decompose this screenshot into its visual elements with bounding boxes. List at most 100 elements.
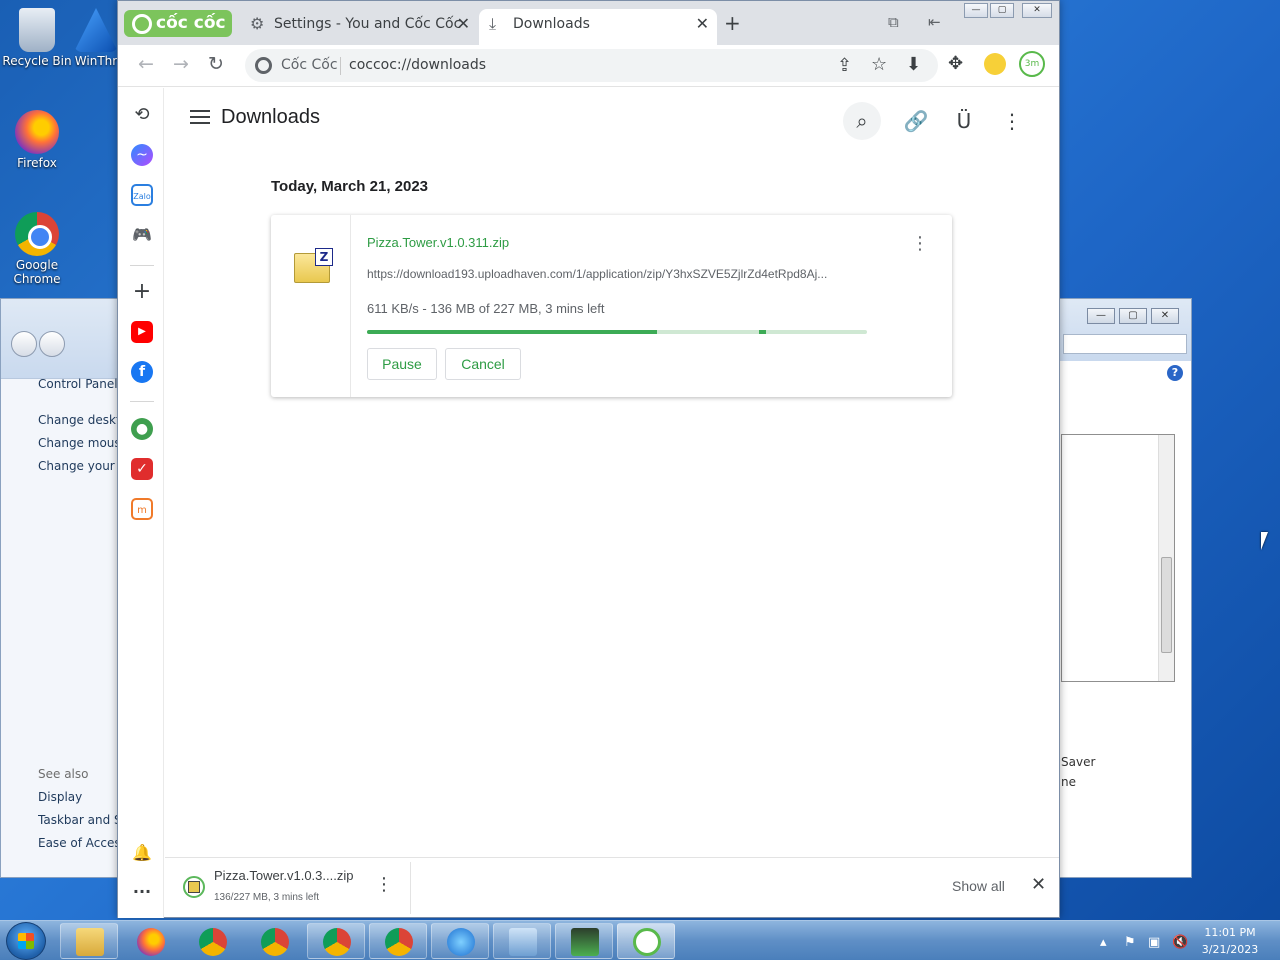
cancel-button[interactable]: Cancel [445, 348, 521, 380]
desktop-icon-firefox[interactable]: Firefox [1, 110, 73, 170]
desktop-icon-winthr[interactable]: WinThr [74, 8, 118, 68]
item-more-icon[interactable]: ⋮ [911, 233, 929, 254]
sidebar-divider [130, 401, 154, 402]
close-tab-icon[interactable]: ✕ [457, 9, 470, 39]
start-button[interactable] [6, 922, 46, 960]
bell-icon[interactable]: 🔔 [131, 842, 153, 864]
search-icon[interactable]: ⌕ [843, 102, 881, 140]
taskbar-chrome-profile[interactable] [307, 923, 365, 959]
taskbar-control-panel[interactable] [493, 923, 551, 959]
share-icon[interactable]: ⇪ [837, 55, 852, 76]
taskbar-chrome[interactable] [183, 923, 241, 959]
download-icon[interactable]: ⬇ [906, 54, 921, 75]
close-window-button[interactable]: ✕ [1022, 3, 1052, 18]
messenger-icon[interactable]: ~ [131, 144, 153, 166]
shelf-more-icon[interactable]: ⋮ [375, 874, 393, 895]
volume-muted-icon[interactable]: 🔇 [1172, 935, 1188, 950]
browser-window: cốc cốc ⚙ Settings - You and Cốc Cốc ✕ ⤓… [117, 0, 1060, 918]
link-icon[interactable]: 🔗 [897, 102, 935, 140]
action-center-flag-icon[interactable]: ⚑ [1124, 935, 1136, 950]
add-icon[interactable]: + [131, 281, 153, 303]
desktop-icon-recycle-bin[interactable]: Recycle Bin [1, 8, 73, 68]
search-input[interactable] [1063, 334, 1187, 354]
coccoc-site-icon [255, 57, 272, 74]
youtube-icon[interactable]: ▶ [131, 321, 153, 343]
clock-time[interactable]: 11:01 PM [1195, 926, 1265, 939]
reload-icon[interactable]: ↻ [208, 53, 224, 75]
download-shelf: Pizza.Tower.v1.0.3....zip 136/227 MB, 3 … [165, 857, 1059, 917]
close-tab-icon[interactable]: ✕ [696, 9, 709, 39]
more-icon[interactable]: ··· [131, 881, 153, 903]
brand-button[interactable]: cốc cốc [124, 10, 232, 37]
maximize-button[interactable]: ▢ [1119, 308, 1147, 324]
taskbar-explorer[interactable] [60, 923, 118, 959]
control-panel-home-link[interactable]: Control Panel H [38, 377, 118, 391]
maximize-button[interactable]: ▢ [990, 3, 1014, 18]
close-shelf-icon[interactable]: ✕ [1031, 874, 1046, 895]
timer-icon[interactable]: 3m [1019, 51, 1045, 77]
minimize-button[interactable]: — [964, 3, 988, 18]
show-hidden-icons[interactable]: ▴ [1100, 935, 1107, 950]
help-icon[interactable]: ? [1167, 365, 1183, 381]
forward-icon[interactable] [39, 331, 65, 357]
cp-task-link[interactable]: Change your a [38, 459, 118, 473]
tab-strip: cốc cốc ⚙ Settings - You and Cốc Cốc ✕ ⤓… [118, 1, 1059, 45]
cleanup-icon[interactable]: Ü [945, 102, 983, 140]
see-also-link[interactable]: Taskbar and St [38, 813, 118, 827]
taskbar-task-manager[interactable] [555, 923, 613, 959]
back-icon[interactable] [11, 331, 37, 357]
desktop-icon-google-chrome[interactable]: Google Chrome [1, 212, 73, 286]
more-options-icon[interactable]: ⋮ [993, 102, 1031, 140]
zalo-icon[interactable]: Zalo [131, 184, 153, 206]
tab-downloads[interactable]: ⤓ Downloads ✕ [479, 9, 717, 45]
taskbar-internet-explorer[interactable] [431, 923, 489, 959]
scrollbar[interactable] [1158, 435, 1174, 681]
hamburger-menu-icon[interactable] [190, 110, 210, 128]
profile-emoji-icon[interactable] [984, 53, 1006, 75]
clock-date[interactable]: 3/21/2023 [1195, 943, 1265, 956]
control-panel-titlebar: — ▢ ✕ [1059, 299, 1191, 361]
see-also-link[interactable]: Display [38, 790, 118, 804]
new-tab-button[interactable]: + [724, 11, 741, 35]
url-text[interactable]: coccoc://downloads [349, 49, 486, 82]
address-bar[interactable]: Cốc Cốc coccoc://downloads ⇪ ☆ ⬇ [245, 49, 938, 82]
history-icon[interactable]: ⟲ [131, 104, 153, 126]
sidebar-toggle-icon[interactable]: ⇤ [928, 13, 941, 31]
scrollbar-thumb[interactable] [1161, 557, 1172, 653]
screen-saver-label[interactable]: Saver [1061, 755, 1095, 769]
shopping-icon[interactable]: m [131, 498, 153, 520]
progress-indicator [759, 330, 766, 334]
tab-search-icon[interactable]: ⧉ [888, 13, 899, 31]
cp-task-link[interactable]: Change deskto [38, 413, 118, 427]
tab-label: Settings - You and Cốc Cốc [274, 16, 462, 32]
soccer-icon[interactable]: ● [131, 418, 153, 440]
taskbar-chrome-profile[interactable] [369, 923, 427, 959]
minimize-button[interactable]: — [1087, 308, 1115, 324]
chrome-icon [199, 928, 227, 956]
taskbar-firefox[interactable] [121, 923, 179, 959]
pause-button[interactable]: Pause [367, 348, 437, 380]
taskbar-chrome-profile[interactable] [245, 923, 303, 959]
recycle-bin-icon [19, 8, 55, 52]
checkmark-app-icon[interactable]: ✓ [131, 458, 153, 480]
download-progress-bar [367, 330, 867, 334]
tab-settings[interactable]: ⚙ Settings - You and Cốc Cốc ✕ [240, 9, 478, 39]
download-filename-link[interactable]: Pizza.Tower.v1.0.311.zip [367, 235, 509, 250]
see-also-link[interactable]: Ease of Access [38, 836, 118, 850]
show-all-button[interactable]: Show all [952, 878, 1005, 894]
game-controller-icon[interactable]: 🎮 [131, 224, 153, 246]
back-icon[interactable]: ← [138, 53, 154, 75]
taskbar-coccoc[interactable] [617, 923, 675, 959]
bookmark-star-icon[interactable]: ☆ [871, 54, 887, 75]
page-title: Downloads [221, 106, 320, 128]
cp-task-link[interactable]: Change mouse [38, 436, 118, 450]
forward-icon[interactable]: → [173, 53, 189, 75]
shelf-filename[interactable]: Pizza.Tower.v1.0.3....zip [214, 868, 353, 883]
nav-back-forward[interactable] [11, 331, 65, 357]
facebook-icon[interactable]: f [131, 361, 153, 383]
extensions-icon[interactable]: ✥ [948, 53, 963, 74]
download-source-url[interactable]: https://download193.uploadhaven.com/1/ap… [367, 267, 867, 281]
network-icon[interactable]: ▣ [1148, 935, 1160, 950]
zip-file-icon: Z [294, 248, 333, 283]
close-button[interactable]: ✕ [1151, 308, 1179, 324]
